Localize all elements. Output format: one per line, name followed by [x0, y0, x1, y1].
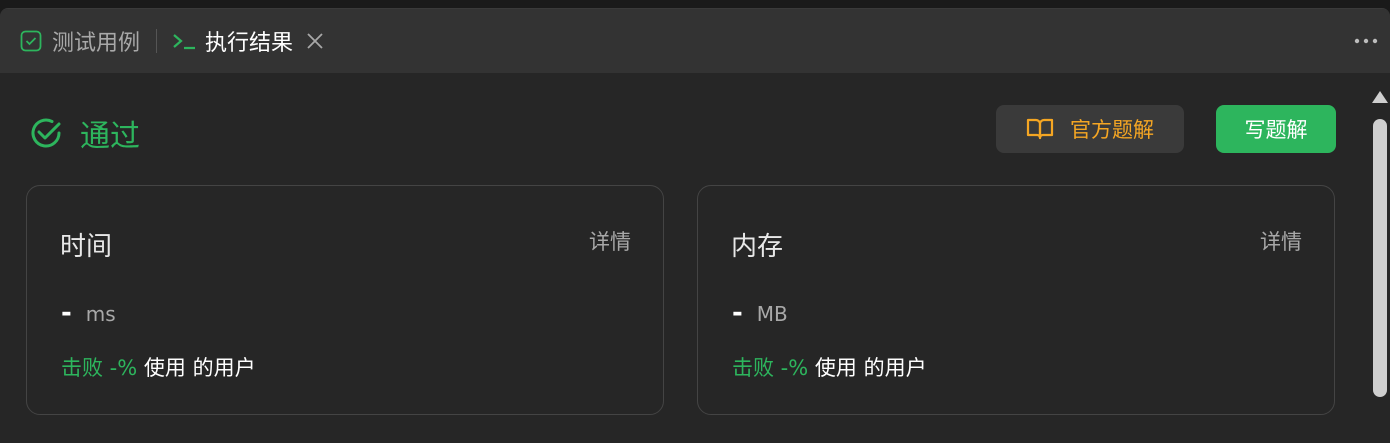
status-indicator: 通过 — [28, 111, 140, 155]
official-solution-label: 官方题解 — [1070, 118, 1154, 142]
more-options-icon[interactable] — [1352, 27, 1380, 55]
value-number: - — [61, 298, 72, 328]
status-label: 通过 — [80, 119, 140, 154]
tab-bar: 测试用例 执行结果 — [0, 9, 1390, 73]
write-solution-button[interactable]: 写题解 — [1216, 105, 1336, 153]
value-number: - — [732, 298, 743, 328]
beat-percent: 击败 -% — [61, 356, 138, 380]
card-title: 时间 — [60, 232, 113, 262]
runtime-card: 时间 详情 - ms 击败 -% 使用 的用户 — [26, 185, 664, 415]
tab-testcases[interactable]: 测试用例 — [0, 9, 140, 73]
check-circle-icon — [31, 118, 61, 148]
scrollbar-thumb[interactable] — [1373, 119, 1387, 397]
checkbox-icon — [18, 28, 44, 54]
terminal-icon — [171, 28, 197, 54]
memory-value: - MB — [732, 298, 788, 328]
runtime-details-link[interactable]: 详情 — [589, 226, 631, 256]
book-icon — [1026, 118, 1054, 140]
tab-label: 测试用例 — [52, 31, 141, 56]
beat-description: 使用 的用户 — [143, 356, 256, 380]
memory-details-link[interactable]: 详情 — [1260, 226, 1302, 256]
tab-results[interactable]: 执行结果 — [171, 9, 325, 73]
beat-description: 使用 的用户 — [814, 356, 927, 380]
value-unit: ms — [85, 302, 116, 326]
vertical-scrollbar[interactable] — [1366, 73, 1390, 443]
memory-card: 内存 详情 - MB 击败 -% 使用 的用户 — [697, 185, 1335, 415]
beat-stat: 击败 -% 使用 的用户 — [61, 352, 256, 382]
write-solution-label: 写题解 — [1244, 118, 1308, 142]
close-icon[interactable] — [305, 31, 325, 51]
tab-label: 执行结果 — [205, 31, 294, 56]
tab-divider — [156, 29, 158, 53]
beat-stat: 击败 -% 使用 的用户 — [732, 352, 927, 382]
result-content: 通过 官方题解 写题解 时间 详情 - ms 击败 -% 使用 的用户 内存 详… — [0, 73, 1366, 443]
result-panel: 测试用例 执行结果 通过 官方题解 写题解 时间 详情 - ms 击败 -% 使… — [0, 8, 1390, 443]
scroll-up-arrow-icon[interactable] — [1372, 91, 1388, 103]
runtime-value: - ms — [61, 298, 116, 328]
value-unit: MB — [756, 302, 788, 326]
official-solution-button[interactable]: 官方题解 — [996, 105, 1184, 153]
beat-percent: 击败 -% — [732, 356, 809, 380]
card-title: 内存 — [731, 232, 784, 262]
